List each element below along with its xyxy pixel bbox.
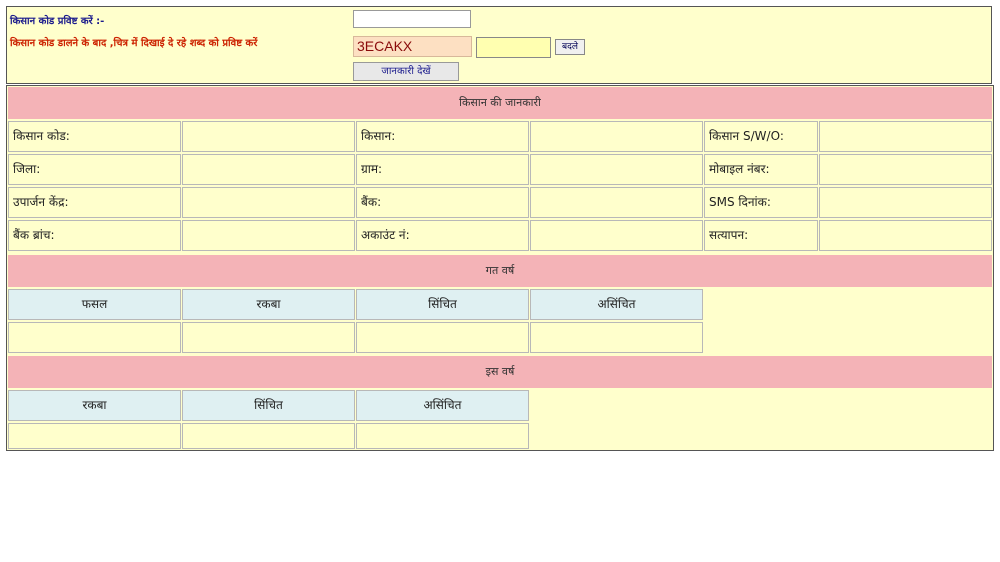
value-verification [819, 220, 992, 251]
value-account-no [530, 220, 703, 251]
last-year-value-crop [8, 322, 181, 353]
captcha-input[interactable] [476, 37, 551, 58]
label-district: जिला: [8, 154, 181, 185]
label-kisan: किसान: [356, 121, 529, 152]
this-year-col-irrigated: सिंचित [182, 390, 355, 421]
this-year-value-unirrigated [356, 423, 529, 449]
this-year-col-area: रकबा [8, 390, 181, 421]
kisan-code-form: किसान कोड प्रविष्ट करें :- किसान कोड डाल… [6, 6, 992, 84]
last-year-value-area [182, 322, 355, 353]
label-bank-branch: बैंक ब्रांच: [8, 220, 181, 251]
label-kisan-code: किसान कोड: [8, 121, 181, 152]
kisan-code-input[interactable] [353, 10, 471, 28]
value-mobile [819, 154, 992, 185]
farmer-info-header: किसान की जानकारी [8, 87, 992, 119]
captcha-instruction: किसान कोड डालने के बाद ,चित्र में दिखाई … [10, 38, 258, 49]
label-account-no: अकाउंट नं: [356, 220, 529, 251]
value-kisan-code [182, 121, 355, 152]
view-info-button[interactable]: जानकारी देखें [353, 62, 459, 81]
this-year-col-unirrigated: असिंचित [356, 390, 529, 421]
last-year-col-irrigated: सिंचित [356, 289, 529, 320]
last-year-col-unirrigated: असिंचित [530, 289, 703, 320]
value-procurement-center [182, 187, 355, 218]
value-kisan [530, 121, 703, 152]
label-sms-date: SMS दिनांक: [704, 187, 818, 218]
this-year-value-irrigated [182, 423, 355, 449]
this-year-value-area [8, 423, 181, 449]
label-bank: बैंक: [356, 187, 529, 218]
farmer-info-panel: किसान की जानकारी किसान कोड: किसान: किसान… [6, 85, 994, 451]
change-captcha-button[interactable]: बदले [555, 39, 585, 55]
label-village: ग्राम: [356, 154, 529, 185]
last-year-col-crop: फसल [8, 289, 181, 320]
captcha-image: 3ECAKX [353, 36, 472, 57]
label-mobile: मोबाइल नंबर: [704, 154, 818, 185]
this-year-header: इस वर्ष [8, 356, 992, 388]
value-sms-date [819, 187, 992, 218]
last-year-value-irrigated [356, 322, 529, 353]
value-village [530, 154, 703, 185]
label-procurement-center: उपार्जन केंद्र: [8, 187, 181, 218]
last-year-value-unirrigated [530, 322, 703, 353]
label-verification: सत्यापन: [704, 220, 818, 251]
last-year-col-area: रकबा [182, 289, 355, 320]
value-bank [530, 187, 703, 218]
kisan-code-label: किसान कोड प्रविष्ट करें :- [10, 16, 105, 27]
label-kisan-swo: किसान S/W/O: [704, 121, 818, 152]
last-year-header: गत वर्ष [8, 255, 992, 287]
value-kisan-swo [819, 121, 992, 152]
value-district [182, 154, 355, 185]
value-bank-branch [182, 220, 355, 251]
